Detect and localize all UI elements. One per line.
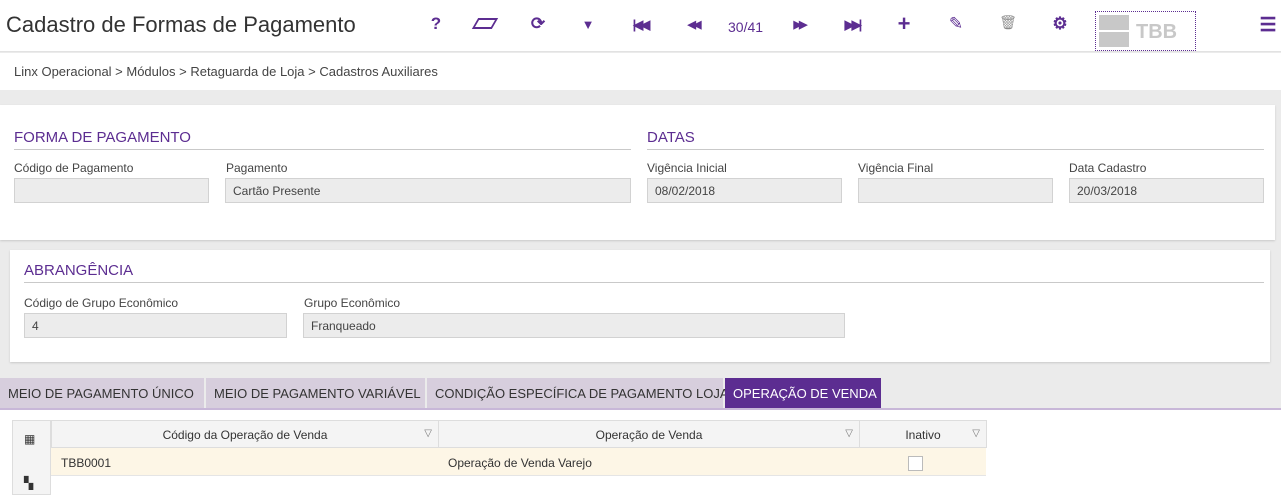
inativo-checkbox[interactable] [908, 456, 923, 471]
field-label: Vigência Final [858, 161, 934, 175]
field-label: Pagamento [226, 161, 288, 175]
settings-icon[interactable]: ⚙ [1048, 14, 1072, 34]
tab-meio-variavel[interactable]: MEIO DE PAGAMENTO VARIÁVEL [206, 378, 425, 409]
pagamento-field[interactable]: Cartão Presente [225, 178, 631, 203]
first-record-icon[interactable]: |◀◀ [628, 17, 652, 33]
cell-codigo: TBB0001 [61, 456, 112, 470]
vigencia-final-field[interactable] [858, 178, 1053, 203]
group-icon[interactable]: ▚ [24, 476, 33, 490]
cell-operacao: Operação de Venda Varejo [448, 456, 592, 470]
section-title: FORMA DE PAGAMENTO [14, 129, 631, 150]
delete-icon[interactable]: 🗑 [996, 14, 1020, 31]
filter-icon[interactable]: ▼ [576, 17, 600, 32]
filter-icon: ▽ [972, 428, 980, 439]
last-record-icon[interactable]: ▶▶| [840, 17, 864, 33]
column-chooser-icon[interactable]: ▦ [24, 432, 35, 446]
column-header-operacao[interactable]: Operação de Venda ▽ [438, 420, 860, 448]
help-icon[interactable]: ? [424, 14, 448, 34]
data-cadastro-field[interactable]: 20/03/2018 [1069, 178, 1264, 203]
grupo-economico-field[interactable]: Franqueado [303, 313, 845, 338]
field-label: Código de Grupo Econômico [24, 296, 179, 310]
tab-operacao-venda[interactable]: OPERAÇÃO DE VENDA [725, 378, 881, 409]
field-label: Vigência Inicial [647, 161, 727, 175]
tab-meio-unico[interactable]: MEIO DE PAGAMENTO ÚNICO [0, 378, 204, 409]
vigencia-inicial-field[interactable]: 08/02/2018 [647, 178, 842, 203]
next-record-icon[interactable]: ▶▶ [787, 18, 811, 31]
tab-condicao-especifica[interactable]: CONDIÇÃO ESPECÍFICA DE PAGAMENTO LOJA [427, 378, 729, 409]
section-title: DATAS [647, 129, 1264, 150]
codigo-grupo-field[interactable]: 4 [24, 313, 287, 338]
page-title: Cadastro de Formas de Pagamento [6, 12, 356, 37]
prev-record-icon[interactable]: ◀◀ [681, 18, 705, 31]
edit-icon[interactable]: ✎ [944, 14, 968, 34]
breadcrumb: Linx Operacional > Módulos > Retaguarda … [0, 53, 1281, 90]
column-header-inativo[interactable]: Inativo ▽ [859, 420, 987, 448]
record-counter: 30/41 [728, 19, 764, 35]
add-icon[interactable]: + [892, 11, 916, 37]
table-row[interactable]: TBB0001 Operação de Venda Varejo [51, 448, 986, 476]
codigo-pagamento-field[interactable] [14, 178, 209, 203]
column-header-codigo[interactable]: Código da Operação de Venda ▽ [51, 420, 439, 448]
field-label: Data Cadastro [1069, 161, 1147, 175]
filter-icon: ▽ [845, 428, 853, 439]
field-label: Grupo Econômico [304, 296, 401, 310]
menu-icon[interactable]: ☰ [1256, 14, 1280, 37]
filter-icon: ▽ [424, 428, 432, 439]
field-label: Código de Pagamento [14, 161, 134, 175]
refresh-icon[interactable]: ⟳ [526, 14, 550, 34]
company-logo: TBB [1095, 11, 1196, 51]
section-title: ABRANGÊNCIA [24, 262, 1264, 283]
